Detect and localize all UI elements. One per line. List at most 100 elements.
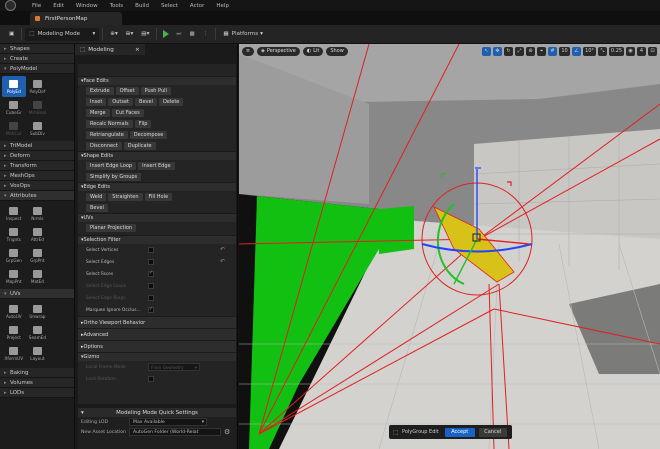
local-frame-mode-dropdown[interactable]: From Geometry ▾	[148, 363, 200, 371]
section-selection-filter[interactable]: ▾ Selection Filter	[78, 235, 236, 244]
category-create[interactable]: ▸ Create	[0, 54, 74, 64]
category-uvs[interactable]: ▾ UVs	[0, 289, 74, 299]
tool-project[interactable]: Project	[2, 322, 26, 343]
tool-mshbool[interactable]: MshBool	[26, 97, 50, 118]
quick-settings-header[interactable]: ▾ Modeling Mode Quick Settings	[78, 408, 236, 417]
tool-subdiv[interactable]: SubDiv	[26, 118, 50, 139]
menu-select[interactable]: Select	[155, 3, 184, 9]
maximize-viewport-icon[interactable]: ⊡	[648, 46, 657, 56]
asset-location-dropdown[interactable]: AutoGen Folder (World-Relat	[129, 428, 221, 436]
menu-file[interactable]: File	[26, 3, 47, 9]
settings-icon[interactable]: ⚙	[224, 428, 230, 436]
tool-polyed[interactable]: PolyEd	[2, 76, 26, 97]
simplify-by-groups-button[interactable]: Simplify by Groups	[86, 173, 142, 181]
category-baking[interactable]: ▸ Baking	[0, 368, 74, 378]
select-vertices-checkbox[interactable]	[148, 247, 154, 253]
decompose-button[interactable]: Decompose	[129, 131, 168, 139]
weld-button[interactable]: Weld	[86, 193, 107, 201]
tool-mshcut[interactable]: MshCut	[2, 118, 26, 139]
tool-tngnts[interactable]: Tngnts	[2, 224, 26, 245]
blueprint-icon[interactable]: ⊞▾	[122, 28, 138, 41]
insert-edge-button[interactable]: Insert Edge	[138, 162, 175, 170]
tool-mated[interactable]: MatEd	[26, 266, 50, 287]
level-tab[interactable]: FirstPersonMap	[30, 12, 122, 25]
menu-window[interactable]: Window	[70, 3, 104, 9]
platforms-button[interactable]: ▦ Platforms ▾	[219, 28, 267, 41]
menu-edit[interactable]: Edit	[47, 3, 70, 9]
tool-polydef[interactable]: PolyDef	[26, 76, 50, 97]
section-ortho-viewport-behavior[interactable]: ▸ Ortho Viewport Behavior	[78, 316, 236, 328]
select-mode-icon[interactable]: ↖	[482, 46, 491, 56]
world-space-icon[interactable]: ⊕	[526, 46, 535, 56]
perspective-button[interactable]: ◈ Perspective	[257, 46, 300, 56]
tool-grpgen[interactable]: GrpGen	[2, 245, 26, 266]
play-icon[interactable]	[163, 30, 170, 38]
viewport-menu-button[interactable]: ≡	[242, 46, 254, 56]
menu-build[interactable]: Build	[129, 3, 155, 9]
level-viewport[interactable]: ≡ ◈ Perspective ◐ Lit Show ↖ ✥ ↻ ⤢ ⊕ ⌖ # 1…	[239, 44, 660, 449]
reset-icon[interactable]: ↶	[220, 258, 225, 265]
angle-snap-value[interactable]: 10°	[583, 46, 596, 56]
select-edge-rings-checkbox[interactable]	[148, 295, 154, 301]
select-edge-loops-checkbox[interactable]	[148, 283, 154, 289]
delete-button[interactable]: Delete	[158, 98, 184, 106]
inset-button[interactable]: Inset	[86, 98, 107, 106]
marquee-ignore-occlus-checkbox[interactable]	[148, 306, 154, 313]
show-button[interactable]: Show	[326, 46, 348, 56]
cinematics-icon[interactable]: ▤▾	[137, 28, 153, 41]
tool-unwrap[interactable]: Unwrap	[26, 301, 50, 322]
category-trimodel[interactable]: ▸ TriModel	[0, 141, 74, 151]
tool-autouv[interactable]: AutoUV	[2, 301, 26, 322]
grid-snap-icon[interactable]: #	[548, 46, 557, 56]
section-edge-edits[interactable]: ▾ Edge Edits	[78, 182, 236, 191]
category-voxops[interactable]: ▸ VoxOps	[0, 181, 74, 191]
save-icon[interactable]: ▣	[5, 28, 18, 41]
category-attributes[interactable]: ▾ Attributes	[0, 191, 74, 201]
category-meshops[interactable]: ▸ MeshOps	[0, 171, 74, 181]
extrude-button[interactable]: Extrude	[86, 87, 114, 95]
play-options-icon[interactable]: ⋮	[199, 28, 213, 41]
category-deform[interactable]: ▸ Deform	[0, 151, 74, 161]
insert-edge-loop-button[interactable]: Insert Edge Loop	[86, 162, 137, 170]
rotate-icon[interactable]: ↻	[504, 46, 513, 56]
scale-icon[interactable]: ⤢	[515, 46, 524, 56]
push-pull-button[interactable]: Push Pull	[140, 87, 171, 95]
section-options[interactable]: ▸ Options	[78, 340, 236, 352]
menu-tools[interactable]: Tools	[104, 3, 130, 9]
category-transform[interactable]: ▸ Transform	[0, 161, 74, 171]
section-advanced[interactable]: ▸ Advanced	[78, 328, 236, 340]
category-lods[interactable]: ▸ LODs	[0, 388, 74, 398]
section-gizmo[interactable]: ▾ Gizmo	[78, 352, 236, 361]
bevel-button[interactable]: Bevel	[86, 204, 108, 212]
bevel-button[interactable]: Bevel	[135, 98, 157, 106]
cut-faces-button[interactable]: Cut Faces	[111, 109, 144, 117]
skip-forward-icon[interactable]: ⏭	[172, 28, 185, 41]
viewport-scene[interactable]	[239, 44, 660, 449]
tool-grppnt[interactable]: GrpPnt	[26, 245, 50, 266]
camera-speed-icon[interactable]: ◉	[626, 46, 635, 56]
editing-lod-dropdown[interactable]: Max Available ▾	[129, 418, 207, 426]
scale-snap-icon[interactable]: ⤡	[598, 46, 607, 56]
tool-attred[interactable]: AttrEd	[26, 224, 50, 245]
accept-button[interactable]: Accept	[444, 427, 475, 437]
grid-snap-value[interactable]: 10	[559, 46, 570, 56]
tool-layout[interactable]: Layout	[26, 343, 50, 364]
disconnect-button[interactable]: Disconnect	[86, 142, 122, 150]
stop-icon[interactable]: ■	[185, 28, 198, 41]
tool-xformuv[interactable]: XformUV	[2, 343, 26, 364]
recalc-normals-button[interactable]: Recalc Normals	[86, 120, 133, 128]
section-uvs[interactable]: ▾ UVs	[78, 213, 236, 222]
select-faces-checkbox[interactable]	[148, 270, 154, 277]
flip-button[interactable]: Flip	[134, 120, 152, 128]
section-face-edits[interactable]: ▾ Face Edits	[78, 76, 236, 85]
angle-snap-icon[interactable]: ∠	[572, 46, 581, 56]
translate-icon[interactable]: ✥	[493, 46, 502, 56]
lock-rotation-checkbox[interactable]	[148, 376, 154, 382]
close-icon[interactable]: ×	[135, 47, 140, 53]
tool-inspect[interactable]: Inspect	[2, 203, 26, 224]
tool-seamed[interactable]: SeamEd	[26, 322, 50, 343]
category-polymodel[interactable]: ▾ PolyModel	[0, 64, 74, 74]
unreal-logo-icon[interactable]	[5, 0, 16, 11]
mode-dropdown[interactable]: ⬚ Modeling Mode ▾	[25, 27, 100, 41]
reset-icon[interactable]: ↶	[220, 246, 225, 253]
